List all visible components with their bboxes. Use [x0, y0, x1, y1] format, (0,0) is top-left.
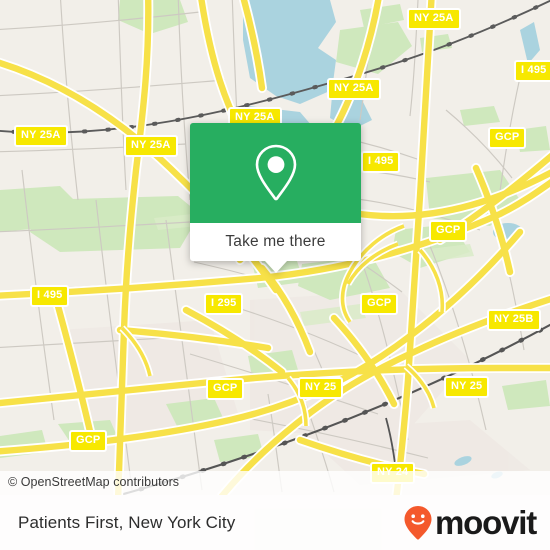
map-pin-icon: [253, 143, 299, 203]
take-me-there-label: Take me there: [225, 233, 326, 250]
road-shield: NY 25A: [407, 8, 461, 30]
popup-pointer-arrow: [264, 261, 287, 273]
page-title: Patients First, New York City: [18, 512, 236, 532]
footer-bar: Patients First, New York City moovit: [0, 495, 550, 550]
road-shield: I 495: [361, 151, 401, 173]
map-attribution[interactable]: © OpenStreetMap contributors: [0, 471, 550, 495]
moovit-map-screenshot: NY 25A NY 25A I 495 NY 25A GCP NY 25A NY…: [0, 0, 550, 550]
popup-action-area[interactable]: Take me there: [190, 223, 361, 261]
road-shield: NY 25A: [124, 135, 178, 157]
road-shield: NY 25A: [327, 78, 381, 100]
road-shield: I 295: [204, 293, 244, 315]
road-shield: GCP: [488, 127, 527, 149]
moovit-logo[interactable]: moovit: [403, 504, 537, 541]
moovit-wordmark: moovit: [435, 504, 537, 541]
road-shield: GCP: [360, 293, 399, 315]
road-shield: NY 25: [298, 377, 344, 399]
location-popup-card[interactable]: Take me there: [190, 123, 361, 273]
road-shield: NY 25A: [14, 125, 68, 147]
road-shield: I 495: [514, 60, 550, 82]
popup-icon-area: [190, 123, 361, 223]
road-shield: GCP: [206, 378, 245, 400]
moovit-smiley-pin-icon: [403, 505, 433, 541]
road-shield: NY 25: [444, 376, 490, 398]
road-shield: GCP: [429, 220, 468, 242]
road-shield: GCP: [69, 430, 108, 452]
road-shield: I 495: [30, 285, 70, 307]
road-shield: NY 25B: [487, 309, 541, 331]
